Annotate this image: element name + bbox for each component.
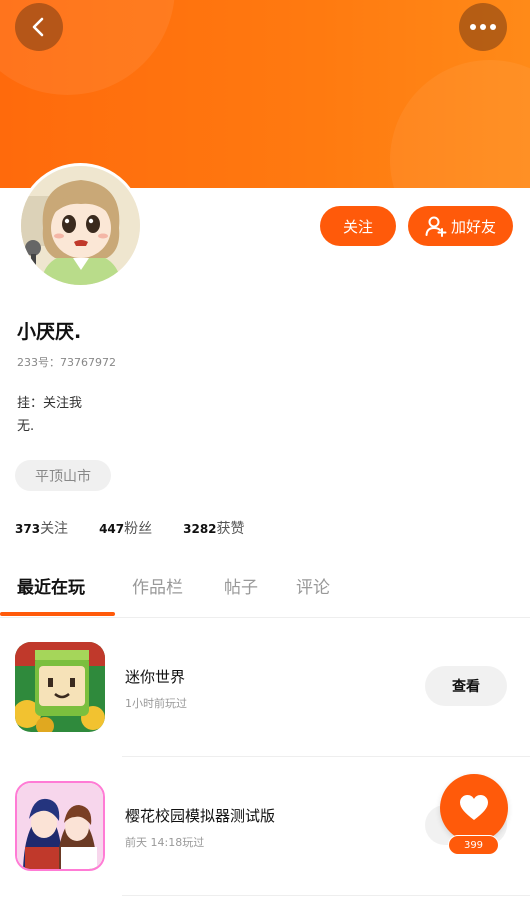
- stat-following[interactable]: 373关注: [15, 518, 68, 538]
- avatar-image: [21, 166, 140, 285]
- user-id: 233号：73767972: [17, 356, 116, 369]
- add-friend-button[interactable]: 加好友: [408, 206, 513, 246]
- avatar[interactable]: [18, 163, 143, 288]
- profile-stats: 373关注 447粉丝 3282获赞: [15, 518, 276, 538]
- bio-line: 无.: [17, 419, 35, 434]
- chevron-left-icon: [32, 17, 44, 37]
- game-last-played: 1小时前玩过: [125, 697, 187, 710]
- game-last-played: 前天 14:18玩过: [125, 836, 205, 849]
- tab-comments[interactable]: 评论: [296, 573, 330, 598]
- stat-likes: 3282获赞: [183, 518, 244, 538]
- game-icon-sakura-school: [15, 781, 105, 871]
- header-decoration: [390, 60, 530, 188]
- fans-label: 粉丝: [124, 521, 153, 537]
- divider: [122, 895, 530, 896]
- game-title: 樱花校园模拟器测试版: [125, 807, 276, 825]
- fans-count: 447: [99, 522, 125, 536]
- like-button[interactable]: [440, 774, 508, 842]
- list-item[interactable]: 迷你世界 1小时前玩过 查看: [0, 618, 530, 757]
- likes-count: 3282: [183, 522, 217, 536]
- following-label: 关注: [40, 521, 69, 537]
- game-icon-mini-world: [15, 642, 105, 732]
- more-button[interactable]: [459, 3, 507, 51]
- profile-tabs: 最近在玩 作品栏 帖子 评论: [0, 570, 530, 618]
- profile-header-background: [0, 0, 530, 188]
- bio: 挂：关注我 无.: [17, 392, 127, 438]
- bio-line: 挂：关注我: [17, 396, 83, 411]
- nickname: 小厌厌.: [17, 321, 82, 343]
- tab-works[interactable]: 作品栏: [132, 573, 183, 598]
- follow-button-label: 关注: [342, 217, 373, 236]
- tab-posts[interactable]: 帖子: [224, 573, 258, 598]
- more-dots-icon: [470, 24, 496, 30]
- tab-recent-play[interactable]: 最近在玩: [17, 573, 85, 598]
- game-title: 迷你世界: [125, 668, 186, 686]
- heart-icon: [460, 795, 488, 820]
- add-user-icon: [425, 216, 447, 237]
- stat-fans[interactable]: 447粉丝: [99, 518, 152, 538]
- following-count: 373: [15, 522, 41, 536]
- like-count-badge: 399: [448, 835, 499, 855]
- follow-button[interactable]: 关注: [320, 206, 396, 246]
- tab-active-indicator: [0, 612, 115, 616]
- likes-label: 获赞: [216, 521, 245, 537]
- back-button[interactable]: [15, 3, 63, 51]
- location-tag: 平顶山市: [15, 460, 111, 491]
- view-game-button[interactable]: 查看: [425, 666, 507, 706]
- add-friend-button-label: 加好友: [450, 217, 496, 236]
